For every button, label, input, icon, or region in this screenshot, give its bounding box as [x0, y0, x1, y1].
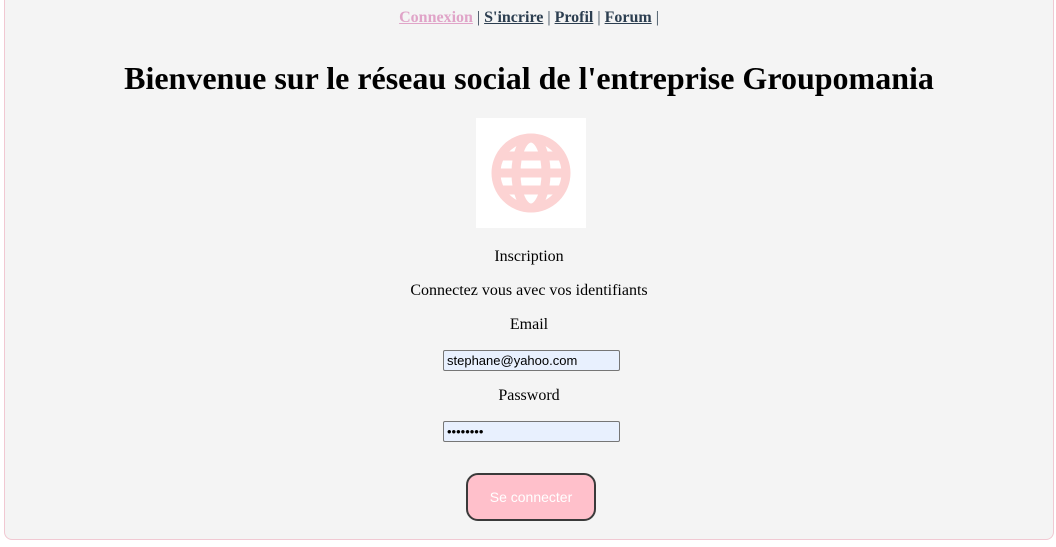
nav-link-forum[interactable]: Forum — [605, 9, 652, 26]
form-heading: Inscription — [494, 248, 564, 265]
app-container: Connexion | S'incrire | Profil | Forum |… — [4, 0, 1054, 540]
email-field[interactable] — [443, 350, 620, 371]
login-button[interactable]: Se connecter — [466, 473, 596, 521]
page-title: Bienvenue sur le réseau social de l'entr… — [124, 60, 934, 96]
nav-link-connexion[interactable]: Connexion — [399, 9, 473, 26]
password-label: Password — [498, 387, 560, 404]
nav-separator: | — [547, 9, 551, 26]
nav-link-profil[interactable]: Profil — [555, 9, 594, 26]
globe-icon — [491, 133, 571, 213]
password-field[interactable] — [443, 421, 620, 442]
nav-separator: | — [597, 9, 601, 26]
top-navigation: Connexion | S'incrire | Profil | Forum | — [5, 9, 1053, 27]
nav-link-sinscrire[interactable]: S'incrire — [484, 9, 543, 26]
nav-separator: | — [655, 9, 659, 26]
email-label: Email — [509, 316, 549, 333]
company-logo — [476, 118, 586, 228]
form-subtitle: Connectez vous avec vos identifiants — [410, 282, 648, 299]
nav-separator: | — [476, 9, 481, 26]
